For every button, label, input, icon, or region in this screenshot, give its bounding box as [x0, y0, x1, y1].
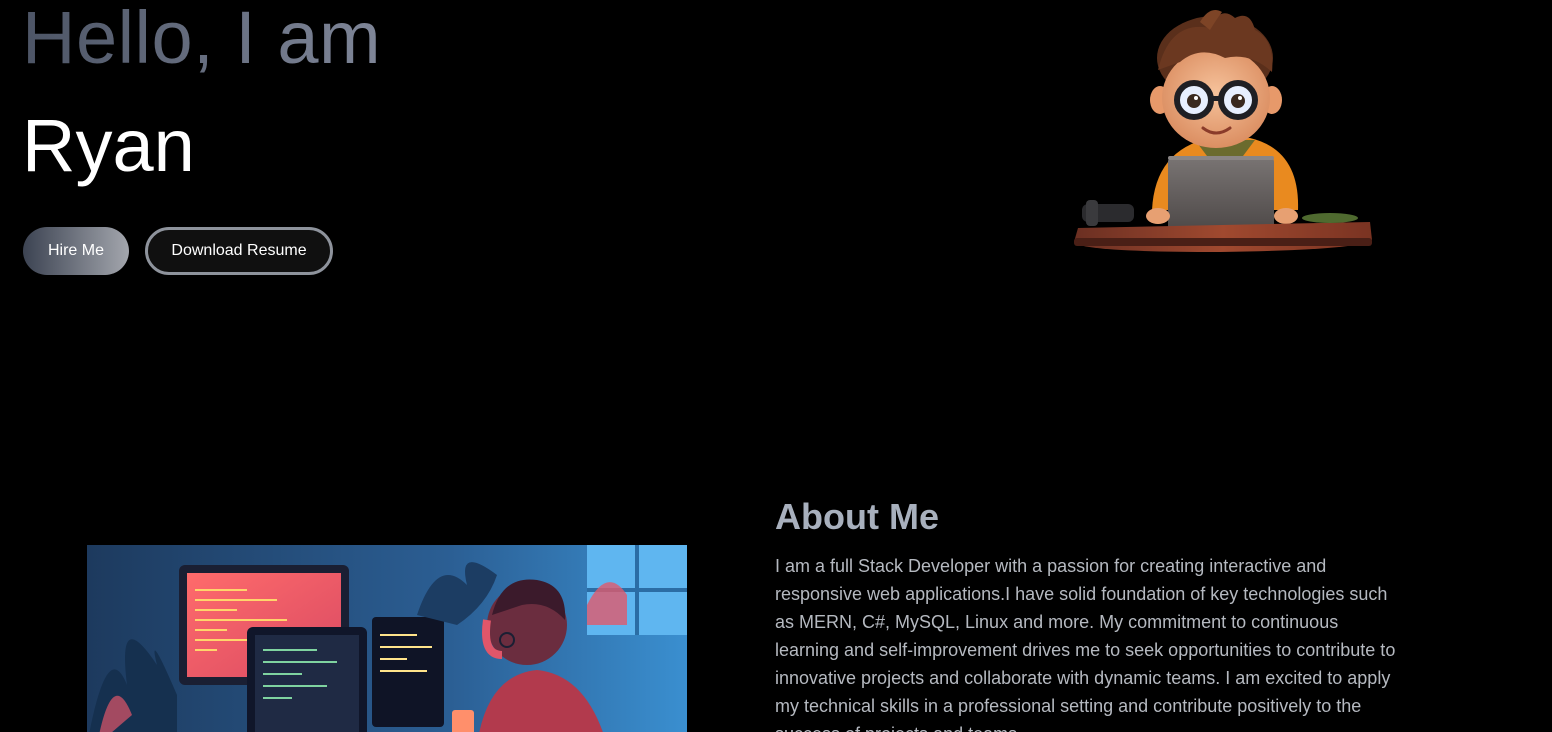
about-title: About Me	[775, 496, 939, 537]
hire-me-button[interactable]: Hire Me	[23, 227, 129, 275]
about-paragraph: I am a full Stack Developer with a passi…	[775, 556, 1396, 732]
portfolio-page: Hello, I am Ryan Hire Me Download Resume	[0, 0, 1552, 732]
hero-greeting: Hello, I am	[22, 0, 381, 82]
download-resume-button[interactable]: Download Resume	[145, 227, 333, 275]
hero-name: Ryan	[22, 104, 195, 187]
developer-coding-illustration	[87, 545, 687, 732]
avatar-illustration	[1074, 9, 1372, 252]
